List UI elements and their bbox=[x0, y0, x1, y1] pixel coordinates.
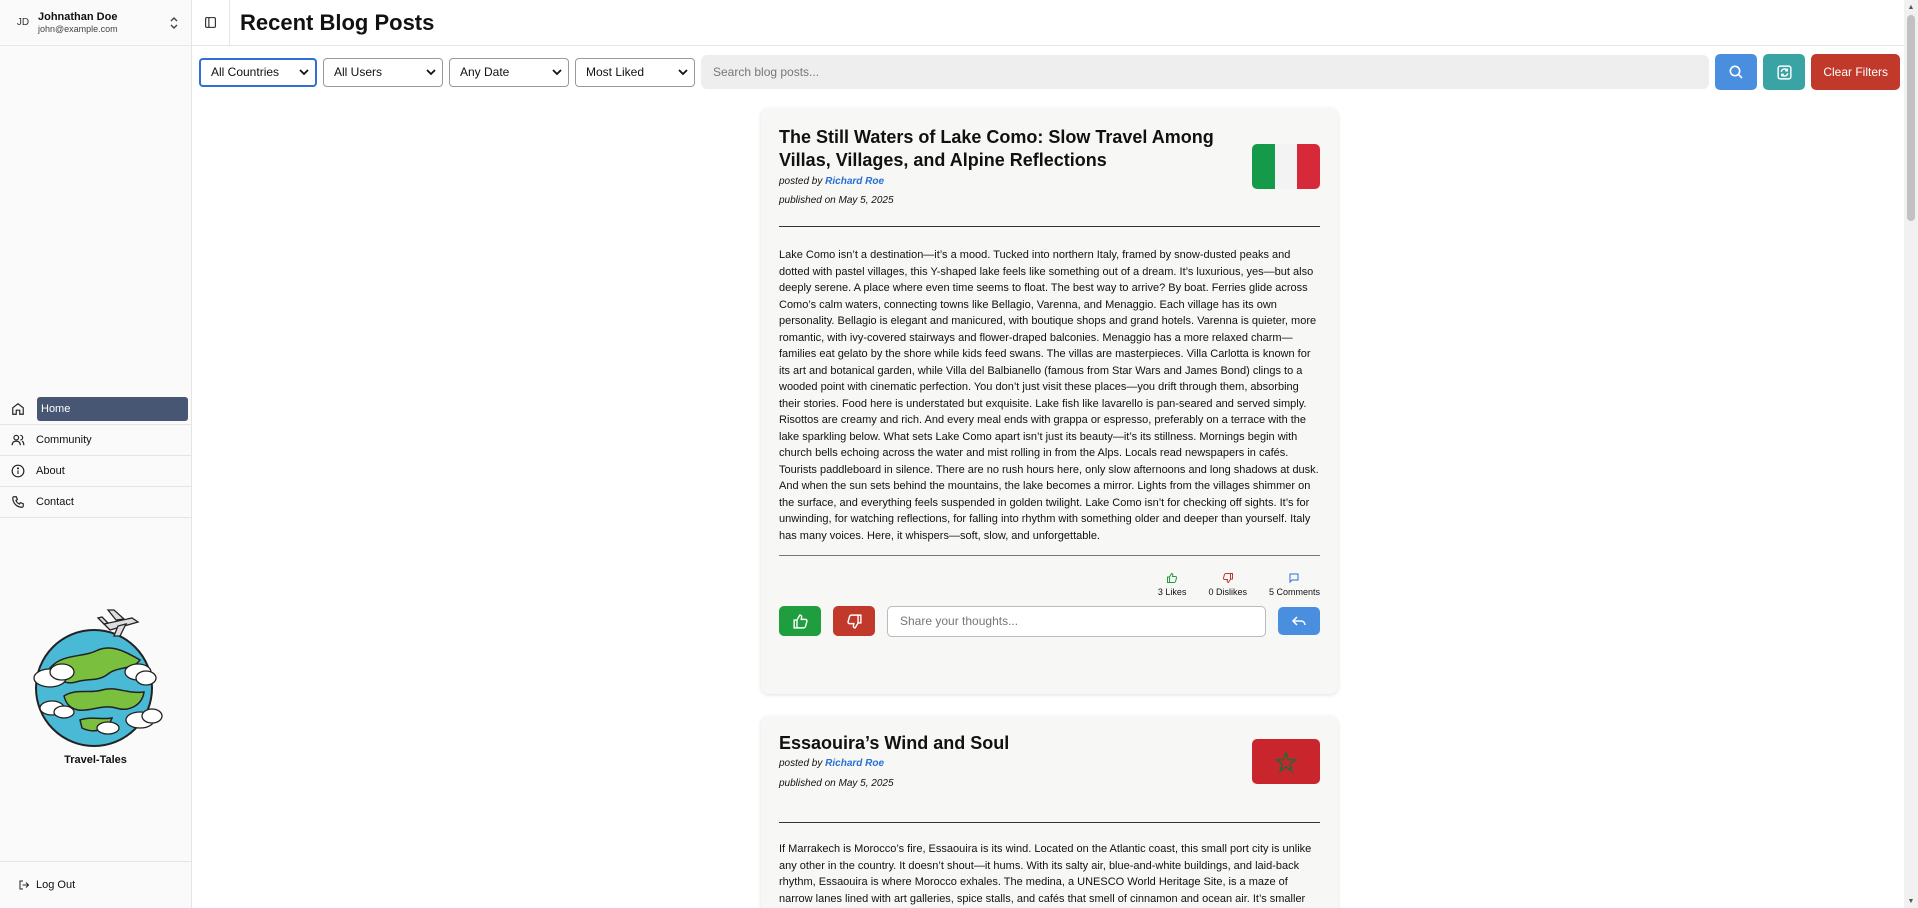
comments-count[interactable]: 5 Comments bbox=[1269, 572, 1320, 604]
user-email: john@example.com bbox=[38, 23, 118, 34]
thumbs-down-icon bbox=[1222, 573, 1233, 584]
dislikes-count: 0 Dislikes bbox=[1208, 572, 1247, 604]
dislikes-label: 0 Dislikes bbox=[1208, 587, 1247, 597]
post-stats: 3 Likes 0 Dislikes 5 Comments bbox=[779, 556, 1320, 604]
users-select-value: All Users bbox=[334, 65, 383, 79]
refresh-button[interactable] bbox=[1763, 54, 1806, 90]
sidebar-item-about[interactable]: About bbox=[0, 456, 191, 487]
post-actions: Share your thoughts... bbox=[779, 604, 1320, 638]
post-date: published on May 5, 2025 bbox=[779, 195, 894, 206]
clear-filters-button[interactable]: Clear Filters bbox=[1811, 54, 1900, 90]
brand-name: Travel-Tales bbox=[64, 754, 127, 766]
posted-by-label: posted by bbox=[779, 176, 823, 187]
user-name: Johnathan Doe bbox=[38, 10, 118, 23]
chevron-down-icon bbox=[552, 69, 562, 76]
country-select[interactable]: All Countries bbox=[199, 57, 317, 87]
sort-select[interactable]: Most Liked bbox=[575, 57, 695, 87]
sidebar-toggle-button[interactable] bbox=[192, 0, 230, 46]
scroll-up-icon[interactable]: ▲ bbox=[1904, 0, 1918, 14]
post-body: If Marrakech is Morocco’s fire, Essaouir… bbox=[779, 843, 1312, 905]
likes-label: 3 Likes bbox=[1157, 587, 1187, 597]
chevron-down-icon bbox=[299, 69, 309, 76]
search-button[interactable] bbox=[1715, 54, 1758, 90]
top-header: Recent Blog Posts bbox=[192, 0, 1904, 46]
sidebar-item-label: Home bbox=[37, 397, 188, 421]
reply-icon bbox=[1291, 616, 1306, 626]
info-icon bbox=[0, 464, 36, 478]
logout-icon bbox=[19, 880, 30, 890]
sidebar-item-contact[interactable]: Contact bbox=[0, 487, 191, 518]
page-scrollbar[interactable]: ▲ ▼ bbox=[1904, 0, 1918, 908]
send-comment-button[interactable] bbox=[1278, 607, 1320, 635]
sidebar-item-home[interactable]: Home bbox=[0, 394, 191, 425]
logout-label: Log Out bbox=[36, 879, 76, 891]
user-menu[interactable]: JD Johnathan Doe john@example.com bbox=[0, 0, 191, 46]
filter-bar: All Countries All Users Any Date Most Li… bbox=[199, 54, 1900, 90]
scroll-down-icon[interactable]: ▼ bbox=[1904, 894, 1918, 908]
sort-select-value: Most Liked bbox=[586, 65, 645, 79]
search-icon bbox=[1729, 65, 1743, 79]
post-body: Lake Como isn’t a destination—it’s a moo… bbox=[779, 249, 1319, 542]
sidebar-item-label: Community bbox=[36, 434, 92, 446]
phone-icon bbox=[0, 495, 36, 509]
comment-input[interactable]: Share your thoughts... bbox=[887, 605, 1266, 637]
sidebar-nav: Home Community About Contact bbox=[0, 394, 191, 518]
post-date: published on May 5, 2025 bbox=[779, 778, 894, 789]
post-title[interactable]: The Still Waters of Lake Como: Slow Trav… bbox=[779, 126, 1219, 172]
posted-by-label: posted by bbox=[779, 758, 823, 769]
users-icon bbox=[0, 433, 36, 447]
refresh-icon bbox=[1777, 64, 1792, 80]
avatar: JD bbox=[16, 17, 30, 28]
blog-post-card: Essaouira’s Wind and Soul posted by Rich… bbox=[761, 716, 1338, 908]
users-select[interactable]: All Users bbox=[323, 57, 443, 87]
thumbs-up-icon bbox=[792, 613, 808, 629]
home-icon bbox=[0, 402, 36, 416]
sidebar-item-label: About bbox=[36, 465, 65, 477]
post-author-line: posted by Richard Roe bbox=[779, 176, 884, 187]
chevron-up-down-icon[interactable] bbox=[167, 15, 181, 31]
search-input[interactable]: Search blog posts... bbox=[701, 55, 1710, 89]
author-link[interactable]: Richard Roe bbox=[825, 176, 884, 187]
sidebar-item-community[interactable]: Community bbox=[0, 425, 191, 456]
sidebar-toggle-icon bbox=[205, 17, 216, 28]
page-title: Recent Blog Posts bbox=[240, 9, 435, 35]
comments-label: 5 Comments bbox=[1268, 587, 1320, 597]
italy-flag-icon bbox=[1252, 144, 1320, 189]
blog-post-card: The Still Waters of Lake Como: Slow Trav… bbox=[761, 108, 1338, 694]
post-title[interactable]: Essaouira’s Wind and Soul bbox=[779, 732, 1219, 755]
likes-count: 3 Likes bbox=[1157, 572, 1187, 604]
comment-icon bbox=[1289, 573, 1299, 584]
chevron-down-icon bbox=[678, 69, 688, 76]
country-select-value: All Countries bbox=[211, 65, 280, 79]
sidebar: JD Johnathan Doe john@example.com Home C… bbox=[0, 0, 192, 908]
brand-logo: Travel-Tales bbox=[0, 608, 191, 766]
chevron-down-icon bbox=[426, 69, 436, 76]
thumbs-up-icon bbox=[1167, 572, 1178, 583]
sidebar-item-label: Contact bbox=[36, 496, 74, 508]
globe-logo-icon bbox=[32, 609, 163, 747]
post-author-line: posted by Richard Roe bbox=[779, 758, 884, 769]
dislike-button[interactable] bbox=[833, 606, 875, 636]
thumbs-down-icon bbox=[846, 613, 862, 629]
date-select[interactable]: Any Date bbox=[449, 57, 569, 87]
logout-button[interactable]: Log Out bbox=[0, 861, 191, 908]
like-button[interactable] bbox=[779, 606, 821, 636]
morocco-flag-icon bbox=[1252, 739, 1320, 784]
scrollbar-thumb[interactable] bbox=[1907, 15, 1915, 221]
date-select-value: Any Date bbox=[460, 65, 510, 79]
author-link[interactable]: Richard Roe bbox=[825, 758, 884, 769]
